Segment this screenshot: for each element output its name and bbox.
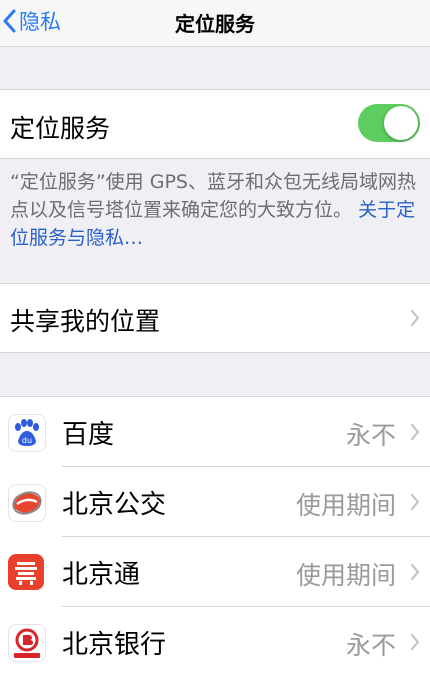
app-name: 北京通 bbox=[62, 560, 141, 590]
page-title: 定位服务 bbox=[175, 12, 255, 36]
chevron-right-icon bbox=[410, 493, 420, 511]
app-status: 使用期间 bbox=[295, 491, 396, 520]
beijingtong-icon bbox=[8, 554, 44, 590]
toggle-knob bbox=[384, 106, 418, 140]
list-item[interactable]: du 百度 永不 bbox=[0, 397, 430, 467]
list-item[interactable]: 北京银行 永不 bbox=[0, 607, 430, 677]
app-status: 永不 bbox=[345, 421, 396, 450]
app-list: du 百度 永不 北京公交 使用期间 北京通 使用期间 北京银行 永不 bbox=[0, 396, 430, 691]
share-my-location-row[interactable]: 共享我的位置 bbox=[0, 283, 430, 353]
app-status: 永不 bbox=[345, 631, 396, 660]
location-services-row: 定位服务 bbox=[0, 89, 430, 159]
bank-of-beijing-icon bbox=[8, 624, 46, 662]
location-services-label: 定位服务 bbox=[10, 114, 111, 143]
svg-text:du: du bbox=[22, 436, 32, 445]
location-services-description: “定位服务”使用 GPS、蓝牙和众包无线局域网热点以及信号塔位置来确定您的大致方… bbox=[10, 168, 420, 252]
navigation-bar: 隐私 定位服务 bbox=[0, 0, 430, 47]
location-services-toggle[interactable] bbox=[358, 104, 420, 142]
app-name: 北京银行 bbox=[62, 630, 167, 660]
list-item[interactable]: 北京公交 使用期间 bbox=[0, 467, 430, 537]
app-name: 百度 bbox=[62, 420, 115, 450]
share-my-location-label: 共享我的位置 bbox=[10, 307, 161, 336]
chevron-right-icon bbox=[410, 563, 420, 581]
description-text: “定位服务”使用 GPS、蓝牙和众包无线局域网热点以及信号塔位置来确定您的大致方… bbox=[10, 171, 416, 221]
beijing-bus-icon bbox=[8, 484, 46, 522]
list-item[interactable]: 北京通 使用期间 bbox=[0, 537, 430, 607]
app-name: 北京公交 bbox=[62, 490, 167, 520]
app-status: 使用期间 bbox=[295, 561, 396, 590]
section-gap bbox=[0, 47, 430, 89]
baidu-icon: du bbox=[8, 414, 46, 452]
chevron-right-icon bbox=[410, 423, 420, 441]
chevron-right-icon bbox=[410, 633, 420, 651]
chevron-right-icon bbox=[410, 309, 420, 327]
